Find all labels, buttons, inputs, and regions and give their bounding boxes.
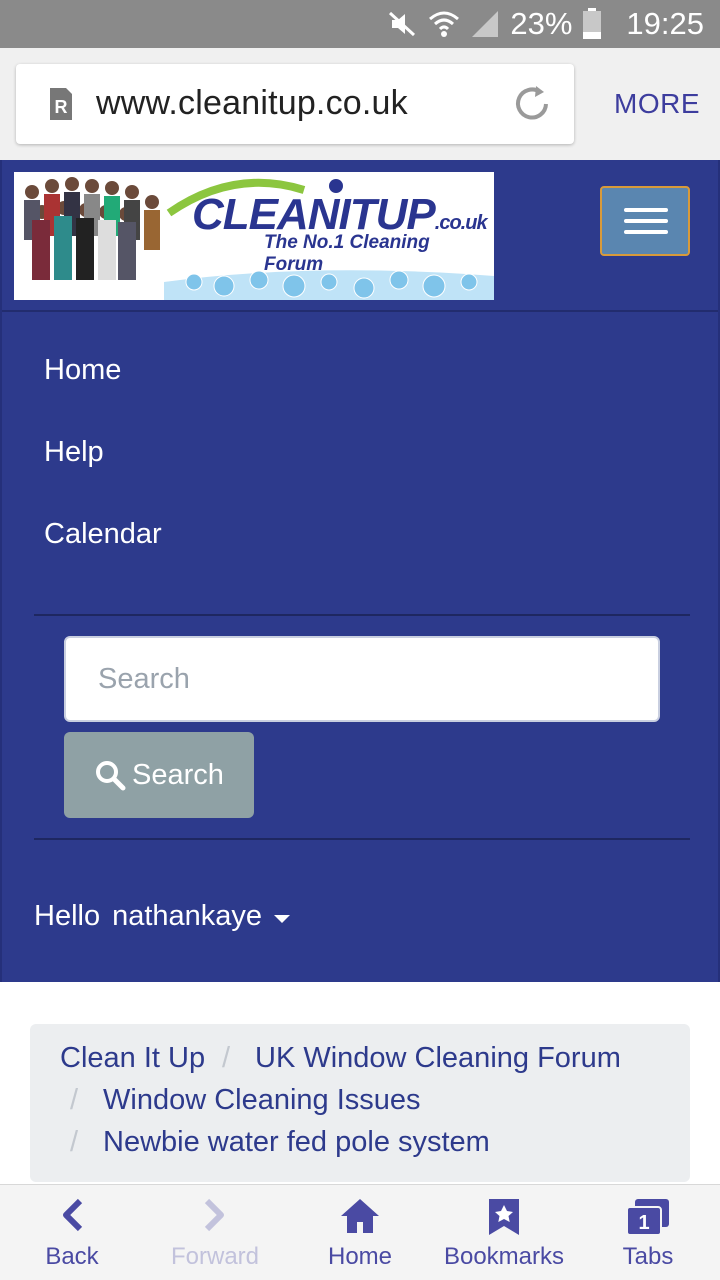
back-chevron-icon [63,1198,83,1232]
search-input[interactable] [64,636,660,722]
breadcrumb-separator: / [222,1042,231,1074]
logo-bubbles-graphic [164,270,494,300]
hamburger-bar-icon [624,230,668,234]
browser-toolbar: R www.cleanitup.co.uk MORE [0,48,720,160]
breadcrumb-separator: / [70,1126,79,1158]
home-icon [341,1199,379,1233]
home-button[interactable]: Home [290,1185,430,1280]
reload-icon[interactable] [510,82,554,126]
menu-toggle-button[interactable] [600,186,690,256]
address-bar[interactable]: R www.cleanitup.co.uk [16,64,574,144]
browser-bottom-toolbar: Back Forward Home Bookmarks 1 Tabs [0,1184,720,1280]
back-button[interactable]: Back [2,1185,142,1280]
hamburger-bar-icon [624,208,668,212]
breadcrumb-link[interactable]: UK Window Cleaning Forum [255,1042,621,1075]
nav-help-link[interactable]: Help [44,436,104,469]
battery-percent: 23% [510,6,573,41]
battery-icon [583,8,602,39]
breadcrumb-current[interactable]: Newbie water fed pole system [103,1126,490,1159]
tabs-icon: 1 [626,1199,669,1236]
breadcrumb: Clean It Up / UK Window Cleaning Forum /… [30,1024,690,1182]
reader-mode-icon[interactable]: R [42,86,78,122]
bookmark-star-icon [489,1199,519,1235]
hamburger-bar-icon [624,219,668,223]
svg-text:R: R [55,97,68,117]
people-group-image [24,177,160,280]
navbar-divider [2,310,718,312]
breadcrumb-link[interactable]: Clean It Up [60,1042,205,1075]
user-menu-dropdown[interactable]: Hello nathankaye [34,900,291,933]
user-greeting: Hello [34,900,101,932]
mute-icon [389,11,416,37]
forward-button[interactable]: Forward [145,1185,285,1280]
username: nathankaye [112,900,263,932]
site-navbar: CLEANITUP.co.uk The No.1 Cleaning Forum … [0,160,720,982]
breadcrumb-link[interactable]: Window Cleaning Issues [103,1084,421,1117]
status-bar: 23% 19:25 [0,0,720,48]
forward-chevron-icon [204,1198,224,1232]
nav-divider [34,614,690,616]
nav-home-link[interactable]: Home [44,354,121,387]
back-label: Back [45,1243,99,1270]
nav-divider [34,838,690,840]
tabs-label: Tabs [622,1243,674,1270]
bookmarks-button[interactable]: Bookmarks [434,1185,574,1280]
site-logo[interactable]: CLEANITUP.co.uk The No.1 Cleaning Forum [14,172,494,300]
clock: 19:25 [626,6,704,41]
search-icon [96,761,126,791]
tab-count: 1 [638,1212,649,1234]
caret-down-icon [274,914,291,923]
bookmarks-label: Bookmarks [443,1243,565,1270]
wifi-icon [429,11,460,37]
more-button[interactable]: MORE [614,88,700,120]
home-label: Home [327,1243,393,1270]
url-text[interactable]: www.cleanitup.co.uk [96,84,408,123]
signal-icon [472,11,499,37]
search-button-label: Search [132,758,224,791]
breadcrumb-separator: / [70,1084,79,1116]
nav-calendar-link[interactable]: Calendar [44,518,162,551]
search-button[interactable]: Search [64,732,254,818]
tabs-button[interactable]: 1 Tabs [578,1185,718,1280]
forward-label: Forward [170,1243,260,1270]
